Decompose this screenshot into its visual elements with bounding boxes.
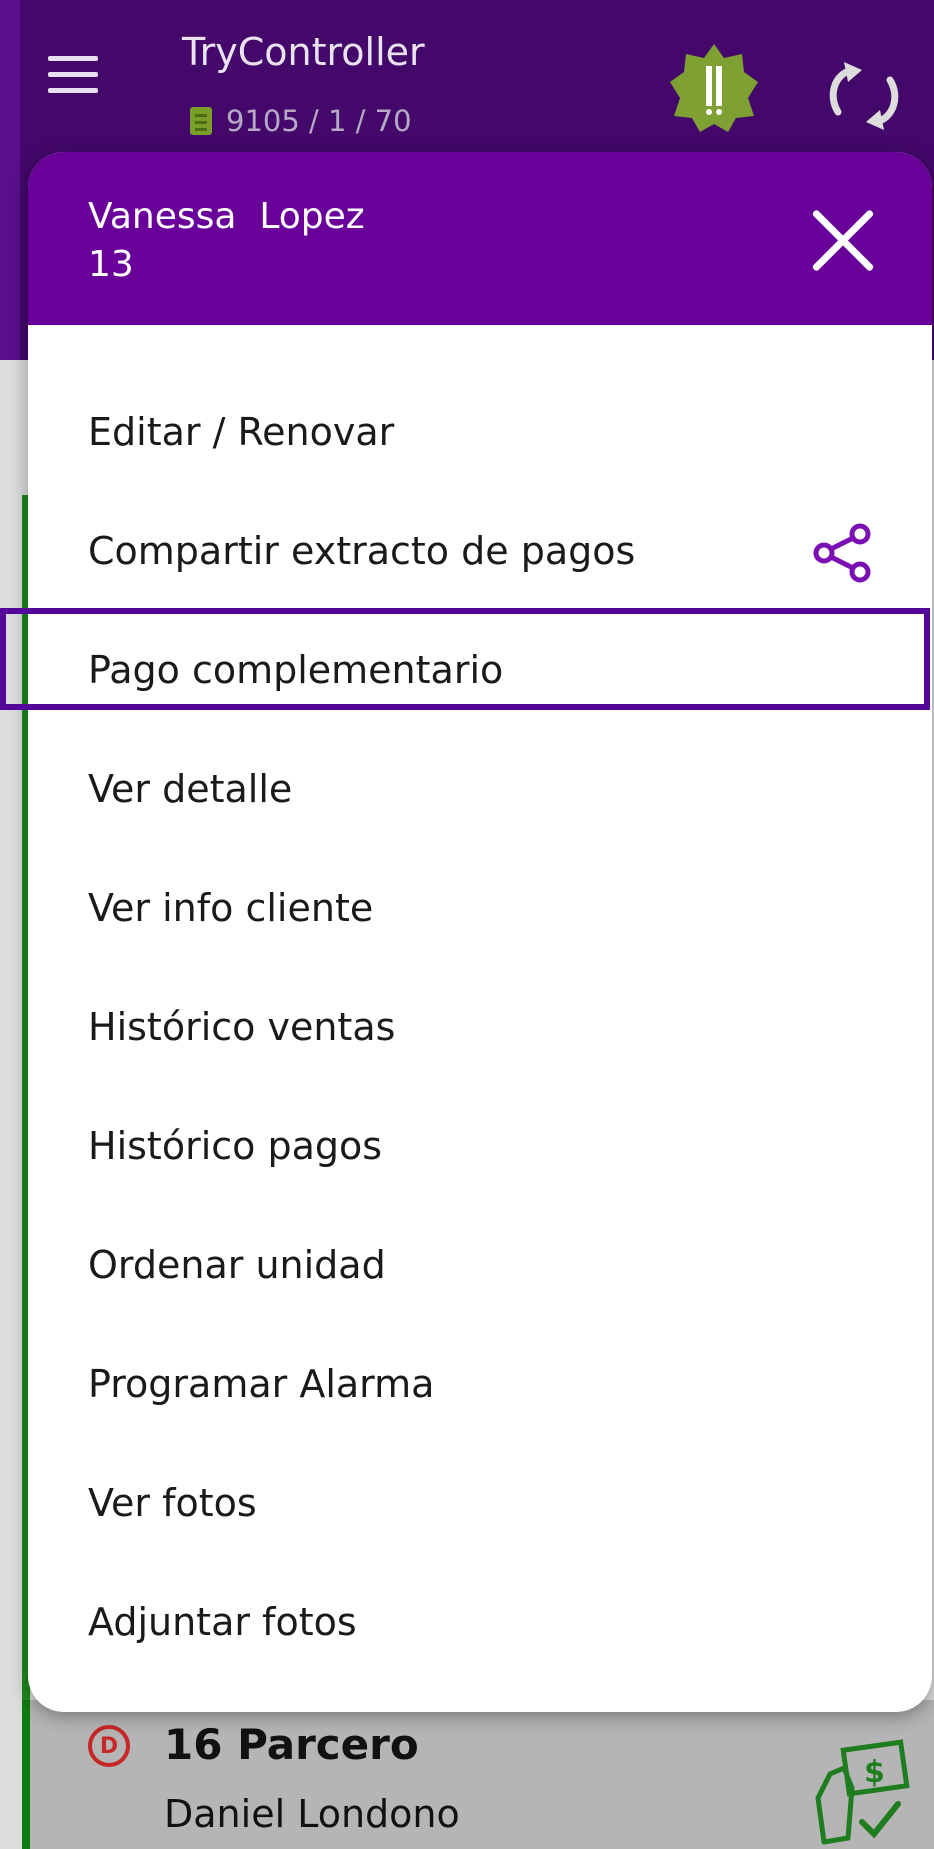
menu-item-label: Editar / Renovar (88, 410, 395, 454)
client-number: 13 (88, 244, 134, 285)
payment-check-icon[interactable]: $ (810, 1738, 910, 1848)
info-badge-icon[interactable] (668, 42, 760, 134)
menu-item-label: Adjuntar fotos (88, 1600, 357, 1644)
menu-item-label: Ordenar unidad (88, 1243, 386, 1287)
list-item[interactable]: D 16 Parcero Daniel Londono $ (22, 1700, 934, 1849)
menu-item-ver-detalle[interactable]: Ver detalle (28, 730, 932, 849)
menu-item-label: Ver detalle (88, 767, 293, 811)
dialog-header: Vanessa Lopez 13 (28, 152, 932, 325)
client-options-dialog: Vanessa Lopez 13 Editar / Renovar Compar… (28, 152, 932, 1712)
svg-text:$: $ (864, 1755, 885, 1790)
list-item-title: 16 Parcero (164, 1720, 419, 1769)
menu-item-label: Histórico pagos (88, 1124, 383, 1168)
app-bar-edge (0, 0, 20, 360)
menu-item-historico-ventas[interactable]: Histórico ventas (28, 968, 932, 1087)
menu-item-label: Histórico ventas (88, 1005, 396, 1049)
status-badge: D (88, 1725, 130, 1767)
share-icon[interactable] (812, 522, 874, 584)
menu-item-editar-renovar[interactable]: Editar / Renovar (28, 373, 932, 492)
route-info-text: 9105 / 1 / 70 (226, 104, 412, 138)
menu-item-ver-fotos[interactable]: Ver fotos (28, 1444, 932, 1563)
menu-item-label: Programar Alarma (88, 1362, 435, 1406)
menu-item-ver-info-cliente[interactable]: Ver info cliente (28, 849, 932, 968)
selection-highlight (0, 608, 930, 710)
app-subtitle: 9105 / 1 / 70 (190, 104, 412, 138)
menu-item-compartir-extracto[interactable]: Compartir extracto de pagos (28, 492, 932, 611)
menu-item-historico-pagos[interactable]: Histórico pagos (28, 1087, 932, 1206)
hamburger-menu-icon[interactable] (48, 56, 98, 96)
clipboard-icon (190, 107, 212, 135)
sync-icon[interactable] (822, 56, 906, 136)
menu-item-programar-alarma[interactable]: Programar Alarma (28, 1325, 932, 1444)
menu-item-adjuntar-fotos[interactable]: Adjuntar fotos (28, 1563, 932, 1682)
menu-item-label: Compartir extracto de pagos (88, 529, 636, 573)
menu-item-label: Ver fotos (88, 1481, 257, 1525)
app-title: TryController (182, 30, 425, 74)
menu-item-ordenar-unidad[interactable]: Ordenar unidad (28, 1206, 932, 1325)
options-menu: Editar / Renovar Compartir extracto de p… (28, 373, 932, 1682)
menu-item-label: Ver info cliente (88, 886, 374, 930)
client-name: Vanessa Lopez (88, 196, 365, 237)
list-item-subtitle: Daniel Londono (164, 1792, 460, 1836)
close-icon[interactable] (810, 208, 876, 274)
